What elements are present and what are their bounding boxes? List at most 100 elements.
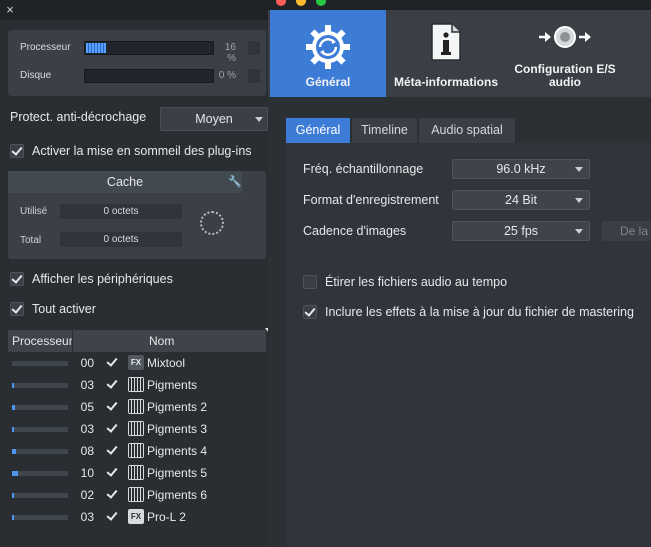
- cpu-load-meter: [12, 361, 68, 366]
- disk-label: Disque: [20, 70, 52, 81]
- window-titlebar: [268, 0, 651, 10]
- column-header-name[interactable]: Nom: [73, 328, 273, 352]
- disk-percent: 0 %: [218, 70, 236, 81]
- plugin-enabled-checkbox[interactable]: [106, 422, 118, 434]
- table-row[interactable]: 03 Pigments: [8, 374, 266, 396]
- frame-rate-label: Cadence d'images: [303, 224, 407, 238]
- zoom-window-icon[interactable]: [316, 0, 326, 6]
- plugin-enabled-checkbox[interactable]: [106, 378, 118, 390]
- cpu-load-meter: [12, 427, 68, 432]
- keyboard-icon: [128, 421, 144, 436]
- enable-all-checkbox[interactable]: [10, 302, 24, 316]
- cpu-load-value: 00: [80, 356, 94, 370]
- cpu-load-value: 03: [80, 378, 94, 392]
- cpu-load-value: 02: [80, 488, 94, 502]
- record-format-label: Format d'enregistrement: [303, 193, 439, 207]
- cache-total-value: 0 octets: [60, 232, 182, 247]
- sample-rate-select[interactable]: 96.0 kHz: [452, 159, 590, 179]
- toolbar-audio-io-button[interactable]: Configuration E/S audio: [506, 10, 624, 97]
- plugin-enabled-checkbox[interactable]: [106, 356, 118, 368]
- plugin-name: Pro-L 2: [147, 510, 186, 524]
- plugin-name: Pigments 4: [147, 444, 208, 458]
- disk-row: Disque 0 %: [8, 67, 266, 85]
- cpu-load-fill: [12, 493, 14, 498]
- plugin-name: Pigments: [147, 378, 198, 392]
- performance-meters: Processeur 16 % Disque 0 %: [8, 30, 266, 96]
- cpu-load-meter: [12, 493, 68, 498]
- cache-used-label: Utilisé: [20, 206, 48, 217]
- keyboard-icon: [128, 487, 144, 502]
- sleep-plugins-checkbox[interactable]: [10, 144, 24, 158]
- include-fx-checkbox[interactable]: [303, 305, 317, 319]
- info-document-icon: [431, 23, 461, 61]
- plugin-enabled-checkbox[interactable]: [106, 488, 118, 500]
- stretch-audio-checkbox[interactable]: [303, 275, 317, 289]
- toolbar-meta-label: Méta-informations: [393, 75, 498, 89]
- audio-io-icon: [539, 26, 591, 48]
- close-window-icon[interactable]: [276, 0, 286, 6]
- disk-meter: [84, 69, 214, 83]
- cpu-load-fill: [12, 383, 14, 388]
- show-devices-label: Afficher les périphériques: [32, 272, 173, 286]
- tab-timeline[interactable]: Timeline: [352, 118, 417, 143]
- fx-icon: FX: [128, 509, 144, 524]
- cache-title: Cache: [8, 171, 242, 193]
- gear-icon: [306, 25, 350, 69]
- plugin-enabled-checkbox[interactable]: [106, 510, 118, 522]
- cpu-meter: [84, 41, 214, 55]
- enable-all-label: Tout activer: [32, 302, 96, 316]
- cpu-load-fill: [12, 449, 16, 454]
- plugin-name: Mixtool: [147, 356, 186, 370]
- keyboard-icon: [128, 465, 144, 480]
- table-row[interactable]: 02 Pigments 6: [8, 484, 266, 506]
- column-header-name-label: Nom: [149, 334, 175, 348]
- cpu-meter-fill: [86, 43, 106, 53]
- tab-spatial-audio[interactable]: Audio spatial: [419, 118, 515, 143]
- chevron-down-icon: [575, 229, 583, 234]
- table-row[interactable]: 03 FX Pro-L 2: [8, 506, 266, 528]
- plugin-enabled-checkbox[interactable]: [106, 466, 118, 478]
- show-devices-checkbox[interactable]: [10, 272, 24, 286]
- chevron-down-icon: [575, 198, 583, 203]
- fx-icon: FX: [128, 355, 144, 370]
- table-row[interactable]: 10 Pigments 5: [8, 462, 266, 484]
- settings-toolbar: Général Méta-informations Configuration …: [268, 10, 651, 97]
- toolbar-audio-io-label: Configuration E/S audio: [506, 63, 624, 89]
- table-row[interactable]: 03 Pigments 3: [8, 418, 266, 440]
- plugin-name: Pigments 3: [147, 422, 208, 436]
- plugin-enabled-checkbox[interactable]: [106, 444, 118, 456]
- cpu-load-meter: [12, 515, 68, 520]
- keyboard-icon: [128, 377, 144, 392]
- plugin-enabled-checkbox[interactable]: [106, 400, 118, 412]
- chevron-down-icon: [255, 117, 263, 122]
- stretch-audio-label: Étirer les fichiers audio au tempo: [325, 275, 508, 289]
- cpu-load-meter: [12, 471, 68, 476]
- wrench-icon[interactable]: 🔧: [228, 175, 242, 188]
- frame-rate-select[interactable]: 25 fps: [452, 221, 590, 241]
- keyboard-icon: [128, 399, 144, 414]
- cpu-load-value: 10: [80, 466, 94, 480]
- tab-general[interactable]: Général: [286, 118, 350, 143]
- cpu-load-fill: [12, 471, 18, 476]
- cpu-meter-end: [248, 41, 260, 55]
- cache-total-label: Total: [20, 235, 42, 246]
- table-row[interactable]: 00 FX Mixtool: [8, 352, 266, 374]
- record-format-select[interactable]: 24 Bit: [452, 190, 590, 210]
- table-row[interactable]: 05 Pigments 2: [8, 396, 266, 418]
- close-icon[interactable]: ×: [3, 3, 17, 17]
- table-row[interactable]: 08 Pigments 4: [8, 440, 266, 462]
- anti-dropout-select[interactable]: Moyen: [160, 107, 268, 131]
- toolbar-audio-io-line2: audio: [549, 75, 581, 89]
- cpu-load-fill: [12, 405, 15, 410]
- toolbar-general-button[interactable]: Général: [270, 10, 386, 97]
- cpu-load-value: 03: [80, 510, 94, 524]
- frame-rate-from-video-button[interactable]: De la: [602, 221, 651, 241]
- include-fx-label: Inclure les effets à la mise à jour du f…: [325, 305, 634, 319]
- song-setup-window: Général Méta-informations Configuration …: [268, 0, 651, 547]
- anti-dropout-label: Protect. anti-décrochage: [10, 110, 147, 124]
- column-header-processor[interactable]: Processeur: [8, 330, 72, 352]
- toolbar-meta-button[interactable]: Méta-informations: [386, 10, 506, 97]
- toolbar-general-label: Général: [305, 75, 351, 89]
- sleep-plugins-label: Activer la mise en sommeil des plug-ins: [32, 144, 252, 158]
- minimize-window-icon[interactable]: [296, 0, 306, 6]
